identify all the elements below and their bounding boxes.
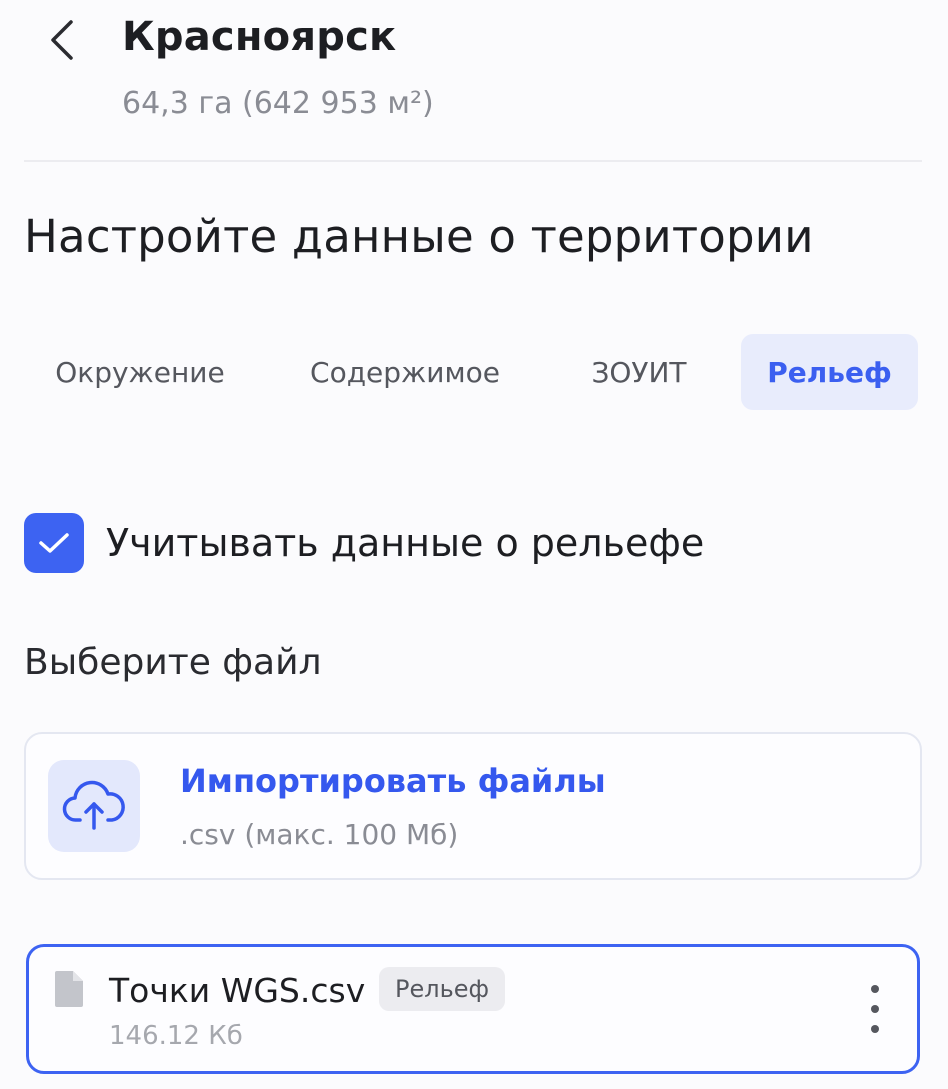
file-tag-badge: Рельеф	[379, 967, 506, 1011]
tab-label: Содержимое	[310, 355, 500, 389]
chevron-left-icon	[51, 20, 73, 60]
tab-environment[interactable]: Окружение	[24, 334, 256, 410]
choose-file-label: Выберите файл	[24, 642, 322, 683]
relief-checkbox-label[interactable]: Учитывать данные о рельефе	[106, 521, 704, 565]
import-files-hint: .csv (макс. 100 Мб)	[180, 818, 459, 851]
file-name: Точки WGS.csv	[109, 971, 366, 1010]
import-files-title[interactable]: Импортировать файлы	[180, 762, 606, 800]
tab-label: Рельеф	[767, 355, 892, 389]
tab-relief[interactable]: Рельеф	[741, 334, 918, 410]
tab-zouit[interactable]: ЗОУИТ	[574, 334, 704, 410]
file-card[interactable]: Точки WGS.csv Рельеф 146.12 Кб	[26, 944, 920, 1074]
relief-checkbox-row: Учитывать данные о рельефе	[24, 512, 704, 574]
file-size: 146.12 Кб	[109, 1021, 243, 1051]
cloud-upload-icon	[62, 780, 125, 830]
more-dot	[871, 985, 879, 993]
more-dot	[871, 1025, 879, 1033]
import-files-dropzone[interactable]: Импортировать файлы .csv (макс. 100 Мб)	[24, 732, 922, 880]
back-button[interactable]	[38, 14, 86, 66]
section-title: Настройте данные о территории	[24, 210, 814, 263]
divider	[24, 160, 922, 162]
tab-content[interactable]: Содержимое	[292, 334, 518, 410]
tab-label: Окружение	[55, 355, 225, 389]
area-subtitle: 64,3 га (642 953 м²)	[122, 86, 434, 121]
check-icon	[39, 533, 69, 553]
tab-label: ЗОУИТ	[591, 355, 687, 389]
more-dot	[871, 1005, 879, 1013]
more-vertical-icon[interactable]	[863, 985, 887, 1033]
file-icon	[55, 971, 83, 1007]
page-title: Красноярск	[122, 14, 397, 60]
import-icon-wrap	[48, 760, 140, 852]
relief-checkbox[interactable]	[24, 513, 84, 573]
tabs: Окружение Содержимое ЗОУИТ Рельеф	[24, 334, 918, 410]
header: Красноярск 64,3 га (642 953 м²)	[0, 0, 948, 162]
